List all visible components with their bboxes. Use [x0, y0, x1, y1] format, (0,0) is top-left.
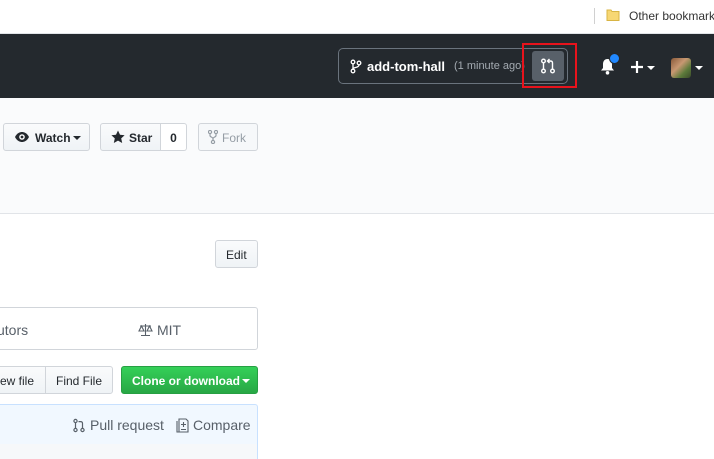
watch-button[interactable]: Watch — [3, 123, 90, 151]
bookmarks-separator — [594, 8, 595, 24]
fork-button[interactable]: Fork — [198, 123, 258, 151]
commit-tease: Pull request Compare — [0, 404, 258, 444]
pull-request-link[interactable]: Pull request — [90, 417, 164, 433]
plus-caret-icon[interactable] — [647, 66, 655, 70]
find-file-button[interactable]: Find File — [45, 366, 113, 394]
eye-icon — [15, 132, 29, 142]
license-link[interactable]: MIT — [157, 322, 181, 338]
edit-label: Edit — [226, 248, 247, 262]
compare-pull-request-button[interactable] — [532, 51, 564, 81]
repo-summary: utors MIT — [0, 307, 258, 350]
fork-label: Fork — [222, 131, 246, 145]
clone-download-label: Clone or download — [132, 374, 240, 388]
create-new-file-button[interactable]: ew file — [0, 366, 46, 394]
star-button[interactable]: Star — [100, 123, 161, 151]
compare-pr-icon — [541, 58, 555, 74]
clone-download-button[interactable]: Clone or download — [121, 366, 258, 394]
watch-caret-icon — [73, 136, 81, 140]
commit-details — [0, 444, 258, 459]
repo-header — [0, 98, 714, 214]
notification-indicator — [609, 53, 620, 64]
branch-time: (1 minute ago) — [454, 60, 525, 72]
branch-name[interactable]: add-tom-hall — [367, 59, 445, 74]
bookmarks-bar: Other bookmarks — [0, 0, 714, 34]
plus-icon[interactable] — [630, 60, 644, 74]
diff-icon — [176, 418, 189, 433]
law-icon — [138, 324, 153, 337]
star-count-value: 0 — [170, 131, 177, 145]
avatar[interactable] — [671, 58, 691, 78]
other-bookmarks-link[interactable]: Other bookmarks — [629, 9, 714, 23]
fork-icon — [208, 130, 218, 144]
find-file-label: Find File — [56, 374, 103, 388]
star-label: Star — [129, 131, 153, 145]
folder-icon[interactable] — [606, 8, 620, 22]
contributors-link[interactable]: utors — [0, 322, 28, 338]
star-icon — [111, 130, 125, 143]
edit-description-button[interactable]: Edit — [215, 240, 258, 268]
compare-link[interactable]: Compare — [193, 417, 251, 433]
star-count[interactable]: 0 — [161, 123, 187, 151]
branch-icon — [350, 59, 362, 74]
avatar-caret-icon[interactable] — [695, 66, 703, 70]
create-new-file-label: ew file — [0, 374, 35, 388]
watch-label: Watch — [35, 131, 71, 145]
clone-caret-icon — [242, 379, 250, 383]
pr-icon — [73, 418, 85, 433]
